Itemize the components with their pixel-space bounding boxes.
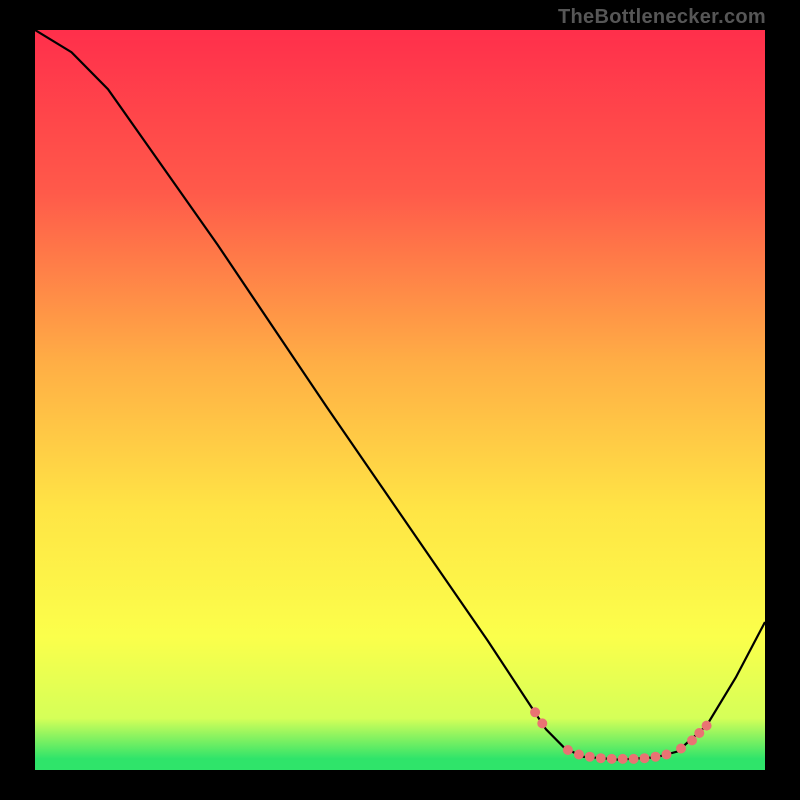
source-attribution: TheBottlenecker.com	[558, 6, 766, 29]
chart-plot-area	[35, 30, 765, 770]
optimal-marker	[563, 745, 573, 755]
optimal-marker	[640, 753, 650, 763]
optimal-marker	[537, 718, 547, 728]
optimal-marker	[607, 754, 617, 764]
optimal-marker	[702, 721, 712, 731]
chart-svg	[35, 30, 765, 770]
optimal-marker	[694, 728, 704, 738]
optimal-marker	[651, 752, 661, 762]
optimal-marker	[530, 707, 540, 717]
optimal-marker	[676, 744, 686, 754]
optimal-marker	[618, 754, 628, 764]
optimal-marker	[687, 735, 697, 745]
optimal-marker	[585, 752, 595, 762]
optimal-marker	[662, 750, 672, 760]
optimal-marker	[596, 753, 606, 763]
optimal-marker	[574, 750, 584, 760]
optimal-marker	[629, 754, 639, 764]
